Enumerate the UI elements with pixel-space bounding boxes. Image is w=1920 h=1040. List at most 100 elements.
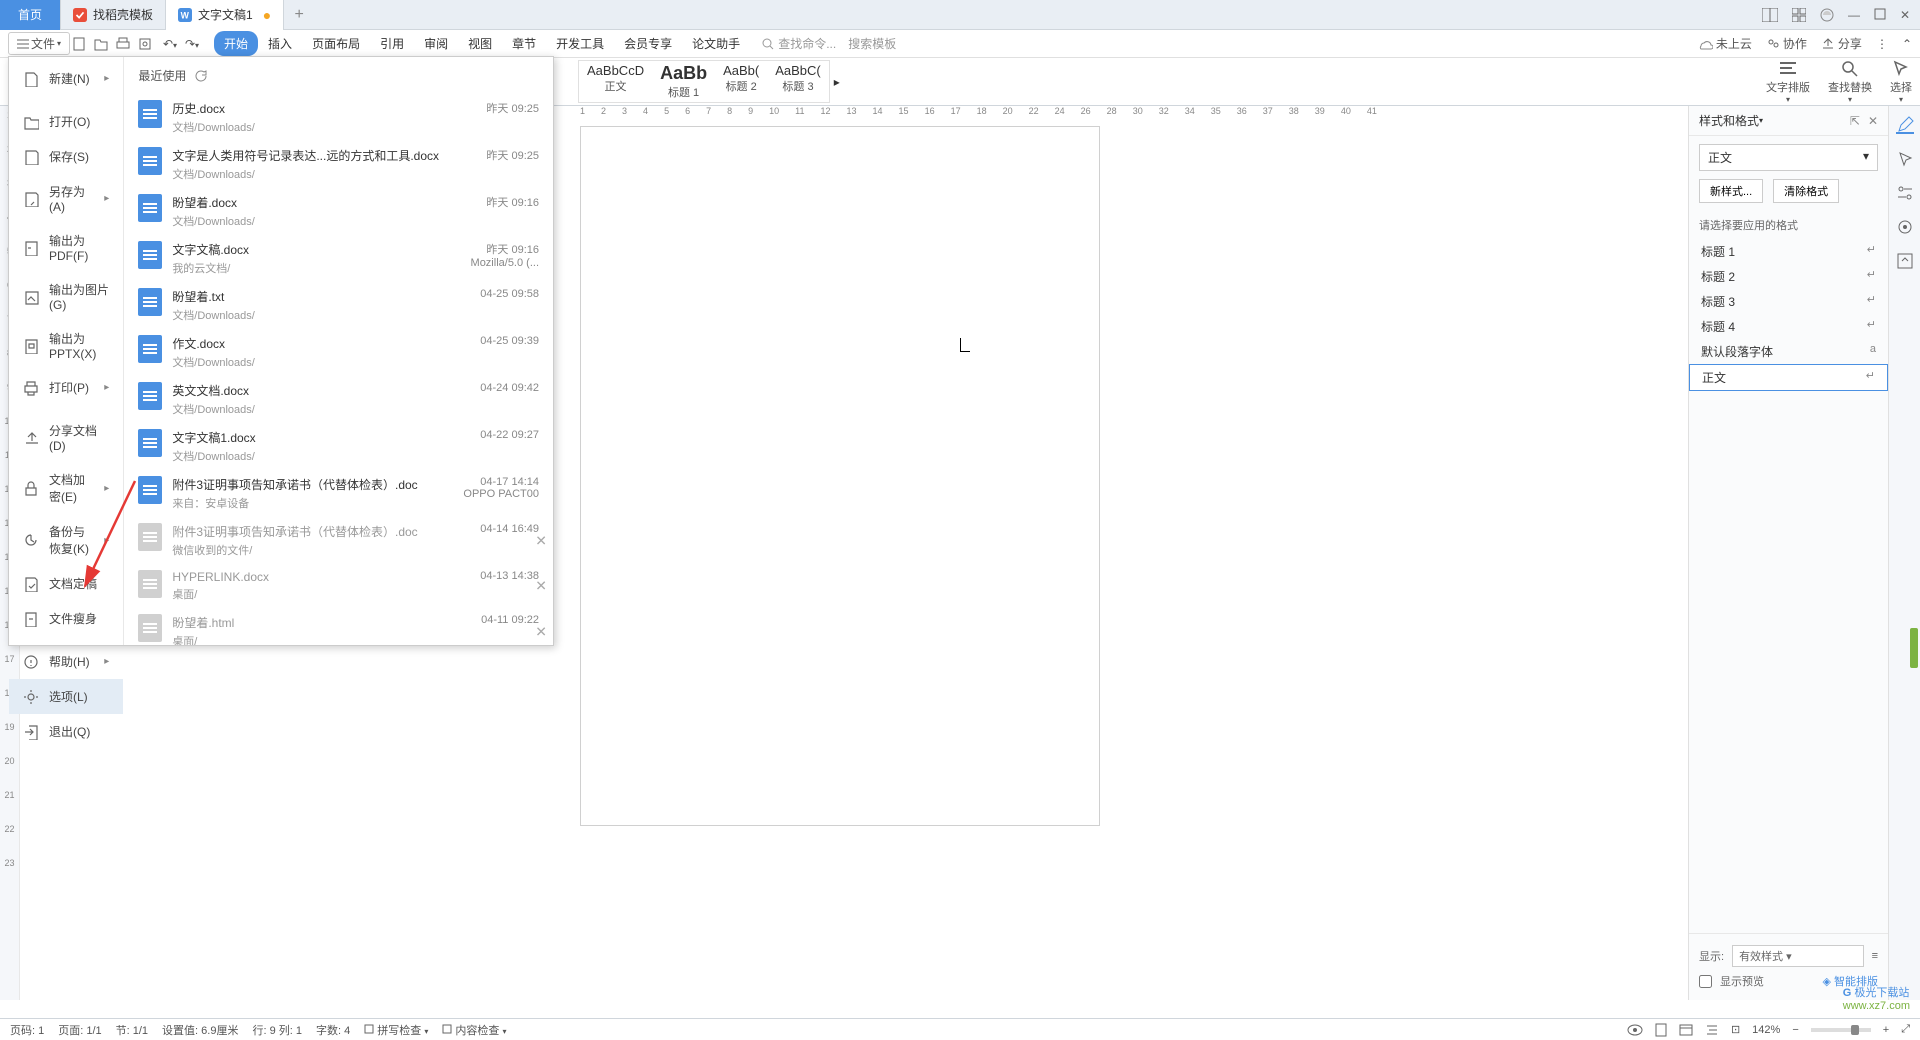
tab-document[interactable]: W 文字文稿1 ● bbox=[166, 0, 284, 30]
ribbon-tab-3[interactable]: 引用 bbox=[370, 31, 414, 56]
recent-file-item[interactable]: 作文.docx文档/Downloads/04-25 09:39 bbox=[124, 329, 553, 376]
new-tab-button[interactable]: + bbox=[284, 6, 314, 24]
qa-undo[interactable]: ↶▾ bbox=[160, 37, 180, 51]
style-list-item[interactable]: 正文↵ bbox=[1689, 364, 1888, 391]
scroll-indicator[interactable] bbox=[1910, 628, 1918, 668]
refresh-icon[interactable] bbox=[194, 69, 208, 83]
style-preset[interactable]: AaBb标题 1 bbox=[652, 61, 715, 102]
style-list-item[interactable]: 标题 4↵ bbox=[1689, 314, 1888, 339]
cursor-icon[interactable] bbox=[1896, 150, 1914, 168]
pencil-icon[interactable] bbox=[1896, 116, 1914, 134]
text-layout-button[interactable]: 文字排版▾ bbox=[1766, 59, 1810, 104]
file-menu-print[interactable]: 打印(P)▸ bbox=[9, 370, 123, 405]
file-menu-img[interactable]: 输出为图片(G) bbox=[9, 272, 123, 321]
file-menu-share[interactable]: 分享文档(D) bbox=[9, 413, 123, 462]
view-web-icon[interactable] bbox=[1679, 1024, 1693, 1036]
panel-close-icon[interactable]: ✕ bbox=[1868, 114, 1878, 128]
style-list-item[interactable]: 标题 1↵ bbox=[1689, 239, 1888, 264]
qa-print[interactable] bbox=[116, 37, 136, 51]
file-menu-exit[interactable]: 退出(Q) bbox=[9, 714, 123, 749]
ribbon-tab-2[interactable]: 页面布局 bbox=[302, 31, 370, 56]
more-icon[interactable]: ⋮ bbox=[1876, 37, 1888, 51]
recent-file-item[interactable]: 文字是人类用符号记录表达...远的方式和工具.docx文档/Downloads/… bbox=[124, 141, 553, 188]
zoom-level[interactable]: 142% bbox=[1752, 1024, 1780, 1036]
tab-home[interactable]: 首页 bbox=[0, 0, 61, 30]
show-select[interactable]: 有效样式 ▾ bbox=[1732, 945, 1864, 967]
expand-icon[interactable] bbox=[1896, 252, 1914, 270]
file-menu-slim[interactable]: 文件瘦身 bbox=[9, 601, 123, 636]
remove-recent-icon[interactable]: ✕ bbox=[535, 532, 547, 549]
ribbon-tab-1[interactable]: 插入 bbox=[258, 31, 302, 56]
grid-icon[interactable] bbox=[1792, 8, 1806, 22]
maximize-button[interactable] bbox=[1874, 8, 1886, 22]
file-menu-backup[interactable]: 备份与恢复(K)▸ bbox=[9, 514, 123, 566]
qa-redo[interactable]: ↷▾ bbox=[182, 37, 202, 51]
settings-icon[interactable] bbox=[1896, 184, 1914, 202]
file-menu-pdf[interactable]: 输出为PDF(F) bbox=[9, 223, 123, 272]
pin-icon[interactable]: ⇱ bbox=[1850, 114, 1860, 128]
style-preset[interactable]: AaBb(标题 2 bbox=[715, 61, 767, 102]
skin-icon[interactable] bbox=[1820, 8, 1834, 22]
status-item[interactable]: 拼写检查 ▾ bbox=[364, 1022, 428, 1038]
view-eye-icon[interactable] bbox=[1627, 1024, 1643, 1036]
zoom-slider[interactable] bbox=[1811, 1028, 1871, 1032]
style-list-item[interactable]: 默认段落字体a bbox=[1689, 339, 1888, 364]
location-icon[interactable] bbox=[1896, 218, 1914, 236]
recent-file-item[interactable]: 英文文档.docx文档/Downloads/04-24 09:42 bbox=[124, 376, 553, 423]
recent-file-item[interactable]: 盼望着.docx文档/Downloads/昨天 09:16 bbox=[124, 188, 553, 235]
tab-templates[interactable]: 找稻壳模板 bbox=[61, 0, 166, 30]
ribbon-tab-4[interactable]: 审阅 bbox=[414, 31, 458, 56]
recent-file-item[interactable]: 历史.docx文档/Downloads/昨天 09:25 bbox=[124, 94, 553, 141]
file-menu-save[interactable]: 保存(S) bbox=[9, 139, 123, 174]
find-replace-button[interactable]: 查找替换▾ bbox=[1828, 59, 1872, 104]
ribbon-tab-0[interactable]: 开始 bbox=[214, 31, 258, 56]
file-menu-final[interactable]: 文档定稿 bbox=[9, 566, 123, 601]
recent-file-item[interactable]: 盼望着.html桌面/04-11 09:22✕ bbox=[124, 608, 553, 645]
coop-button[interactable]: 协作 bbox=[1766, 35, 1807, 52]
view-page-icon[interactable] bbox=[1655, 1023, 1667, 1037]
zoom-out[interactable]: − bbox=[1792, 1024, 1798, 1036]
close-button[interactable]: ✕ bbox=[1900, 8, 1910, 22]
style-preset[interactable]: AaBbCcD正文 bbox=[579, 61, 652, 102]
ribbon-tab-8[interactable]: 会员专享 bbox=[614, 31, 682, 56]
search-command[interactable]: 查找命令... bbox=[762, 35, 836, 52]
current-style-select[interactable]: 正文▾ bbox=[1699, 144, 1878, 171]
style-list-item[interactable]: 标题 2↵ bbox=[1689, 264, 1888, 289]
view-outline-icon[interactable] bbox=[1705, 1024, 1719, 1036]
preview-checkbox[interactable] bbox=[1699, 975, 1712, 988]
ribbon-tab-7[interactable]: 开发工具 bbox=[546, 31, 614, 56]
status-item[interactable]: 内容检查 ▾ bbox=[442, 1022, 506, 1038]
remove-recent-icon[interactable]: ✕ bbox=[535, 578, 547, 595]
qa-open[interactable] bbox=[94, 37, 114, 51]
recent-file-item[interactable]: 盼望着.txt文档/Downloads/04-25 09:58 bbox=[124, 282, 553, 329]
search-template[interactable]: 搜索模板 bbox=[848, 35, 896, 52]
fullscreen-icon[interactable]: ⤢ bbox=[1901, 1023, 1910, 1036]
ribbon-tab-5[interactable]: 视图 bbox=[458, 31, 502, 56]
file-menu-ppt[interactable]: 输出为PPTX(X) bbox=[9, 321, 123, 370]
style-list-item[interactable]: 标题 3↵ bbox=[1689, 289, 1888, 314]
zoom-fit-icon[interactable]: ⊡ bbox=[1731, 1023, 1740, 1036]
recent-file-item[interactable]: 文字文稿.docx我的云文档/昨天 09:16Mozilla/5.0 (... bbox=[124, 235, 553, 282]
recent-file-item[interactable]: 附件3证明事项告知承诺书（代替体检表）.doc来自：安卓设备04-17 14:1… bbox=[124, 470, 553, 517]
ribbon-tab-6[interactable]: 章节 bbox=[502, 31, 546, 56]
zoom-in[interactable]: + bbox=[1883, 1024, 1889, 1036]
qa-preview[interactable] bbox=[138, 37, 158, 51]
clear-format-button[interactable]: 清除格式 bbox=[1773, 179, 1839, 203]
file-menu-lock[interactable]: 文档加密(E)▸ bbox=[9, 462, 123, 514]
cloud-status[interactable]: 未上云 bbox=[1697, 35, 1752, 52]
remove-recent-icon[interactable]: ✕ bbox=[535, 623, 547, 640]
document-page[interactable] bbox=[580, 126, 1100, 826]
file-menu-gear[interactable]: 选项(L) bbox=[9, 679, 123, 714]
new-style-button[interactable]: 新样式... bbox=[1699, 179, 1763, 203]
select-button[interactable]: 选择▾ bbox=[1890, 59, 1912, 104]
panel-menu-icon[interactable]: ≡ bbox=[1872, 950, 1878, 962]
layout-icon[interactable] bbox=[1762, 8, 1778, 22]
file-menu-help[interactable]: 帮助(H)▸ bbox=[9, 644, 123, 679]
style-preset[interactable]: AaBbC(标题 3 bbox=[767, 61, 829, 102]
file-menu-saveas[interactable]: 另存为(A)▸ bbox=[9, 174, 123, 223]
ribbon-tab-9[interactable]: 论文助手 bbox=[682, 31, 750, 56]
file-menu-new[interactable]: 新建(N)▸ bbox=[9, 61, 123, 96]
share-button[interactable]: 分享 bbox=[1821, 35, 1862, 52]
recent-file-item[interactable]: HYPERLINK.docx桌面/04-13 14:38✕ bbox=[124, 564, 553, 608]
chevron-icon[interactable]: ⌃ bbox=[1902, 37, 1912, 51]
